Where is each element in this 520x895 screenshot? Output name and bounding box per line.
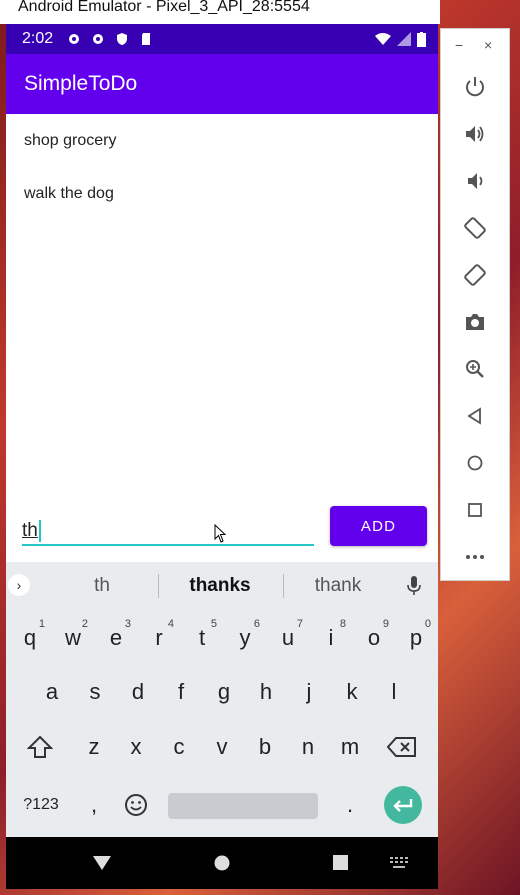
backspace-icon xyxy=(387,737,416,757)
minimize-button[interactable]: − xyxy=(455,37,463,53)
text-caret xyxy=(38,520,41,542)
settings-icon xyxy=(69,34,80,44)
key-p[interactable]: p0 xyxy=(396,618,436,658)
key-l[interactable]: l xyxy=(374,672,414,712)
rotate-left-button[interactable] xyxy=(461,214,489,242)
rotate-right-icon xyxy=(464,264,486,286)
chevron-right-icon[interactable]: › xyxy=(8,574,30,596)
app-title: SimpleToDo xyxy=(24,72,138,95)
key-r[interactable]: r4 xyxy=(139,618,179,658)
suggestion-thanks[interactable]: thanks xyxy=(158,562,282,610)
sd-card-icon xyxy=(142,33,151,45)
shift-icon xyxy=(27,735,53,758)
suggestion-thank[interactable]: thank xyxy=(276,562,400,610)
power-button[interactable] xyxy=(461,73,489,101)
window-title: Android Emulator - Pixel_3_API_28:5554 xyxy=(0,0,440,24)
suggestion-th[interactable]: th xyxy=(40,562,164,610)
volume-up-button[interactable] xyxy=(461,120,489,148)
comma-key[interactable]: , xyxy=(74,785,114,825)
key-n[interactable]: n xyxy=(288,727,328,767)
key-u[interactable]: u7 xyxy=(268,618,308,658)
key-h[interactable]: h xyxy=(246,672,286,712)
microphone-icon[interactable] xyxy=(406,576,422,596)
screenshot-button[interactable] xyxy=(461,308,489,336)
emulator-toolbar: − × xyxy=(440,28,510,581)
enter-icon xyxy=(393,799,413,812)
emoji-key[interactable] xyxy=(116,785,156,825)
home-icon xyxy=(467,455,483,471)
backspace-key[interactable] xyxy=(382,727,422,767)
rotate-left-icon xyxy=(464,217,486,239)
key-o[interactable]: o9 xyxy=(354,618,394,658)
nav-bar xyxy=(6,837,438,889)
todo-input-value: th xyxy=(22,520,38,541)
period-key[interactable]: . xyxy=(330,785,370,825)
key-i[interactable]: i8 xyxy=(311,618,351,658)
keyboard-switch-icon[interactable] xyxy=(390,857,408,869)
settings-icon xyxy=(93,34,104,44)
volume-down-button[interactable] xyxy=(461,167,489,195)
back-button[interactable] xyxy=(461,402,489,430)
more-icon xyxy=(466,555,484,559)
key-x[interactable]: x xyxy=(116,727,156,767)
power-icon xyxy=(466,77,484,97)
close-button[interactable]: × xyxy=(484,37,492,53)
app-bar: SimpleToDo xyxy=(6,54,438,114)
home-button[interactable] xyxy=(461,449,489,477)
key-g[interactable]: g xyxy=(204,672,244,712)
suggestion-strip: › th thanks thank xyxy=(6,562,438,610)
space-key[interactable] xyxy=(168,793,318,819)
symbols-key[interactable]: ?123 xyxy=(18,785,64,825)
key-k[interactable]: k xyxy=(332,672,372,712)
zoom-icon xyxy=(466,360,484,378)
shield-icon xyxy=(117,33,128,45)
enter-key[interactable] xyxy=(384,786,422,824)
wifi-icon xyxy=(375,33,391,45)
key-c[interactable]: c xyxy=(159,727,199,767)
volume-up-icon xyxy=(466,126,484,142)
zoom-button[interactable] xyxy=(461,355,489,383)
key-s[interactable]: s xyxy=(75,672,115,712)
add-button[interactable]: ADD xyxy=(330,506,427,546)
camera-icon xyxy=(466,314,484,330)
key-w[interactable]: w2 xyxy=(53,618,93,658)
key-t[interactable]: t5 xyxy=(182,618,222,658)
soft-keyboard: › th thanks thank q1 w2 e3 r4 t5 y6 u7 i… xyxy=(6,562,438,837)
more-button[interactable] xyxy=(461,543,489,571)
key-q[interactable]: q1 xyxy=(10,618,50,658)
volume-down-icon xyxy=(468,173,483,189)
back-triangle-icon[interactable] xyxy=(92,855,112,871)
home-circle-icon[interactable] xyxy=(214,855,230,871)
back-icon xyxy=(467,407,481,425)
status-bar: 2:02 xyxy=(6,24,438,54)
key-m[interactable]: m xyxy=(330,727,370,767)
key-b[interactable]: b xyxy=(245,727,285,767)
key-e[interactable]: e3 xyxy=(96,618,136,658)
key-a[interactable]: a xyxy=(32,672,72,712)
battery-icon xyxy=(417,31,426,47)
emoji-icon xyxy=(125,794,147,816)
key-y[interactable]: y6 xyxy=(225,618,265,658)
overview-button[interactable] xyxy=(461,496,489,524)
key-v[interactable]: v xyxy=(202,727,242,767)
key-f[interactable]: f xyxy=(161,672,201,712)
signal-icon xyxy=(397,32,411,46)
phone-screen: 2:02 SimpleToDo shop grocery walk the do… xyxy=(6,24,438,889)
todo-item[interactable]: shop grocery xyxy=(6,114,438,167)
overview-icon xyxy=(468,503,482,517)
key-z[interactable]: z xyxy=(74,727,114,767)
todo-input[interactable]: th xyxy=(22,512,314,546)
todo-item[interactable]: walk the dog xyxy=(6,167,438,220)
rotate-right-button[interactable] xyxy=(461,261,489,289)
status-time: 2:02 xyxy=(22,30,54,47)
shift-key[interactable] xyxy=(20,727,60,767)
key-j[interactable]: j xyxy=(289,672,329,712)
key-d[interactable]: d xyxy=(118,672,158,712)
overview-square-icon[interactable] xyxy=(333,855,348,870)
todo-list: shop grocery walk the dog xyxy=(6,114,438,220)
mouse-cursor-icon xyxy=(214,524,227,543)
